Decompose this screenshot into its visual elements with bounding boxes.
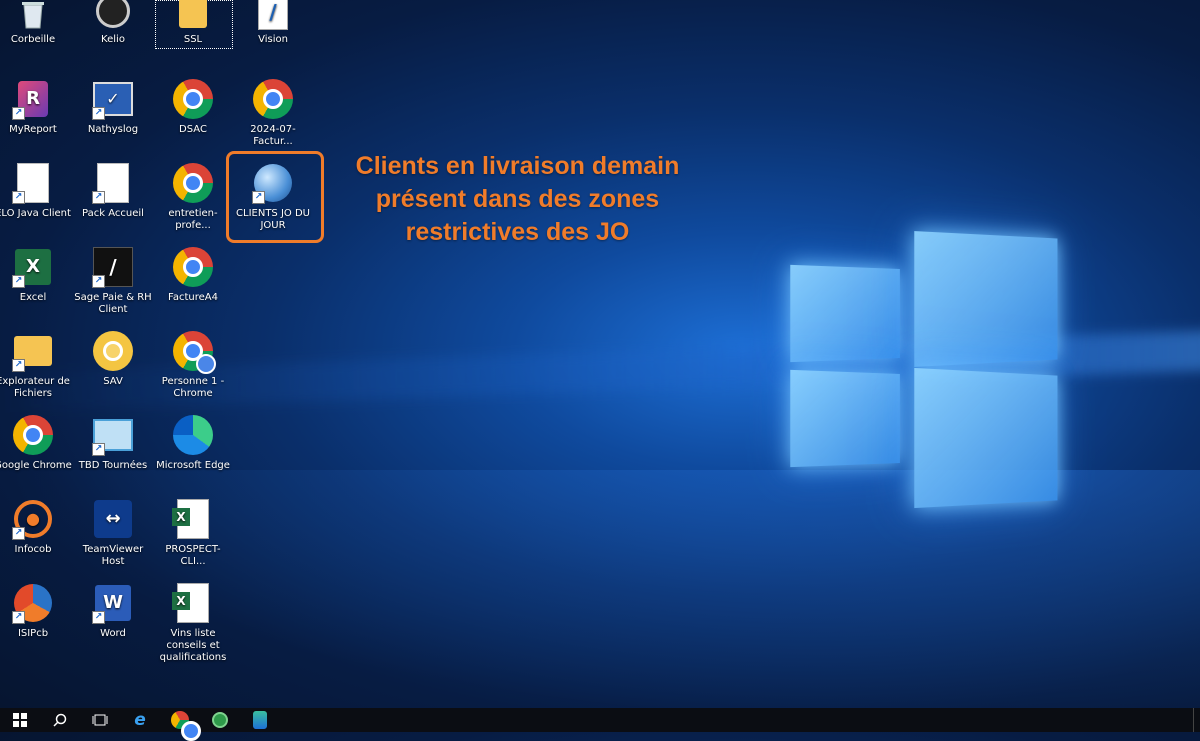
edge-icon xyxy=(172,414,214,456)
icon-label: Personne 1 - Chrome xyxy=(161,376,225,399)
search-icon[interactable] xyxy=(40,708,80,732)
chrome-icon xyxy=(12,414,54,456)
folder-icon xyxy=(172,0,214,30)
document-icon: ↗ xyxy=(92,162,134,204)
icon-label: Explorateur de Fichiers xyxy=(0,376,70,399)
desktop-icon-prospect-cli[interactable]: X PROSPECT-CLI... xyxy=(153,498,233,568)
myreport-icon: R ↗ xyxy=(12,78,54,120)
desktop-icon-infocob[interactable]: ● ↗ Infocob xyxy=(0,498,73,556)
excel-file-icon: X xyxy=(172,498,214,540)
globe-clock-icon: ↗ xyxy=(252,162,294,204)
file-explorer-icon: ↗ xyxy=(12,330,54,372)
icon-label: Microsoft Edge xyxy=(156,460,230,471)
app-icon[interactable] xyxy=(240,708,280,732)
desktop-icon-google-chrome[interactable]: Google Chrome xyxy=(0,414,73,472)
vision-app-icon: / xyxy=(252,0,294,30)
annotation-line: restrictives des JO xyxy=(405,218,630,246)
show-desktop-button[interactable] xyxy=(1193,708,1200,732)
nathyslog-icon: ✓ ↗ xyxy=(92,78,134,120)
desktop-icon-kelio[interactable]: Kelio xyxy=(73,0,153,46)
icon-label: Word xyxy=(100,628,126,639)
recycle-bin-icon xyxy=(12,0,54,30)
desktop-icon-pack-accueil[interactable]: ↗ Pack Accueil xyxy=(73,162,153,220)
icon-label: SAV xyxy=(103,376,123,387)
internet-explorer-icon[interactable]: e xyxy=(120,708,160,732)
chrome-icon[interactable] xyxy=(160,708,201,741)
chrome-icon xyxy=(252,78,294,120)
start-icon[interactable] xyxy=(0,708,40,732)
icon-label: Nathyslog xyxy=(87,124,139,135)
desktop-icon-sav[interactable]: SAV xyxy=(73,330,153,388)
isipcb-icon: ↗ xyxy=(12,582,54,624)
icon-label: MyReport xyxy=(9,124,57,135)
task-view-icon[interactable] xyxy=(80,708,120,732)
desktop-icon-elo-java-client[interactable]: ↗ ELO Java Client xyxy=(0,162,73,220)
desktop-icon-vins-liste[interactable]: X Vins liste conseils et qualifications xyxy=(153,582,233,664)
desktop-icon-2024-07-factur[interactable]: 2024-07-Factur... xyxy=(233,78,313,148)
icon-label: SSL xyxy=(183,34,203,45)
icon-label: CLIENTS JO DU JOUR xyxy=(236,208,310,231)
desktop-icon-word[interactable]: W ↗ Word xyxy=(73,582,153,640)
icon-label: Vins liste conseils et qualifications xyxy=(159,628,227,663)
desktop-icon-isipcb[interactable]: ↗ ISIPcb xyxy=(0,582,73,640)
desktop-icon-teamviewer[interactable]: ↔ TeamViewer Host xyxy=(73,498,153,568)
icon-label: entretien-profe... xyxy=(168,208,218,231)
clock-icon xyxy=(92,0,134,30)
desktop-icon-tbd-tournees[interactable]: ↗ TBD Tournées xyxy=(73,414,153,472)
icon-label: TBD Tournées xyxy=(78,460,148,471)
taskbar: e xyxy=(0,708,1200,741)
chrome-icon xyxy=(172,162,214,204)
desktop-icon-file-explorer[interactable]: ↗ Explorateur de Fichiers xyxy=(0,330,73,400)
icon-label: 2024-07-Factur... xyxy=(250,124,296,147)
icon-label: Excel xyxy=(19,292,47,303)
chrome-icon xyxy=(172,246,214,288)
document-icon: ↗ xyxy=(12,162,54,204)
icon-label: PROSPECT-CLI... xyxy=(165,544,221,567)
desktop-icon-ssl[interactable]: SSL xyxy=(153,0,233,46)
desktop-icon-vision[interactable]: / Vision xyxy=(233,0,313,46)
excel-file-icon: X xyxy=(172,582,214,624)
desktop-icon-myreport[interactable]: R ↗ MyReport xyxy=(0,78,73,136)
annotation-line: présent dans des zones xyxy=(375,185,660,213)
desktop-icon-personne-1-chrome[interactable]: Personne 1 - Chrome xyxy=(153,330,233,400)
desktop-icon-corbeille[interactable]: Corbeille xyxy=(0,0,73,46)
desktop-icon-sage-paie[interactable]: / ↗ Sage Paie & RH Client xyxy=(73,246,153,316)
desktop-icon-clients-jo-du-jour[interactable]: ↗ CLIENTS JO DU JOUR xyxy=(233,162,313,232)
teamviewer-icon: ↔ xyxy=(92,498,134,540)
icon-label: Vision xyxy=(258,34,288,45)
icon-label: Corbeille xyxy=(10,34,56,45)
desktop-icon-excel[interactable]: X ↗ Excel xyxy=(0,246,73,304)
icon-label: DSAC xyxy=(179,124,207,135)
icon-label: Kelio xyxy=(101,34,125,45)
icon-label: Google Chrome xyxy=(0,460,72,471)
desktop-icon-microsoft-edge[interactable]: Microsoft Edge xyxy=(153,414,233,472)
tbd-icon: ↗ xyxy=(92,414,134,456)
chrome-yellow-icon xyxy=(92,330,134,372)
wallpaper-windows-logo xyxy=(0,225,1200,730)
annotation-line: Clients en livraison demain xyxy=(355,152,680,180)
desktop-icon-nathyslog[interactable]: ✓ ↗ Nathyslog xyxy=(73,78,153,136)
icon-label: ISIPcb xyxy=(17,628,49,639)
icon-label: Sage Paie & RH Client xyxy=(74,292,152,315)
annotation-text: Clients en livraison demain présent dans… xyxy=(320,150,715,249)
excel-icon: X ↗ xyxy=(12,246,54,288)
icon-label: ELO Java Client xyxy=(0,208,71,219)
desktop-icon-facturea4[interactable]: FactureA4 xyxy=(153,246,233,304)
desktop-icon-entretien[interactable]: entretien-profe... xyxy=(153,162,233,232)
icon-label: TeamViewer Host xyxy=(82,544,144,567)
word-icon: W ↗ xyxy=(92,582,134,624)
infocob-icon: ● ↗ xyxy=(12,498,54,540)
sage-icon: / ↗ xyxy=(92,246,134,288)
desktop-icon-dsac[interactable]: DSAC xyxy=(153,78,233,136)
chrome-profile-icon xyxy=(172,330,216,374)
chrome-icon xyxy=(172,78,214,120)
icon-label: FactureA4 xyxy=(168,292,218,303)
icon-label: Infocob xyxy=(14,544,52,555)
network-app-icon[interactable] xyxy=(200,708,240,732)
icon-label: Pack Accueil xyxy=(82,208,144,219)
